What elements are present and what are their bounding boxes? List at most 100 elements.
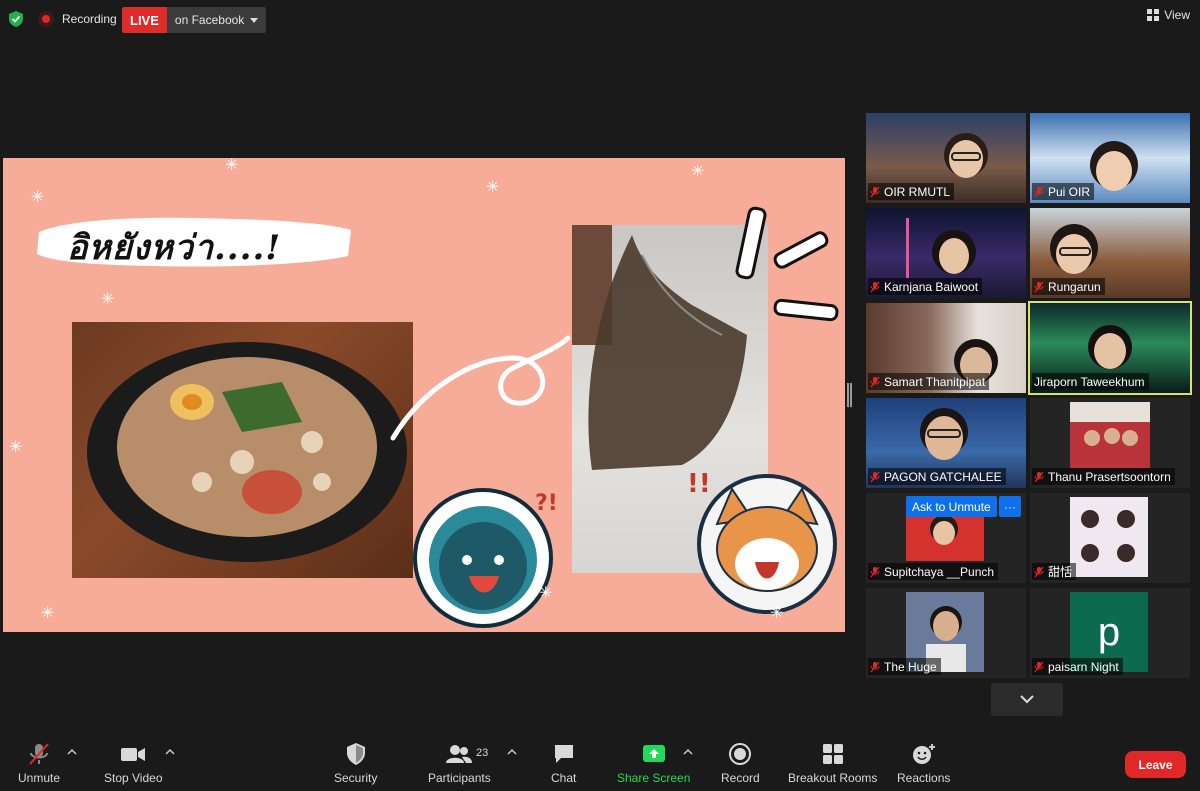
svg-text:?!: ?! [535,491,558,516]
participant-name: Karnjana Baiwoot [884,279,979,294]
participant-tile-active-speaker[interactable]: Jiraporn Taweekhum [1028,301,1192,395]
stop-video-label: Stop Video [104,771,163,785]
mic-muted-icon [29,743,49,765]
participant-name: Jiraporn Taweekhum [1034,374,1145,389]
sparkle-icon: ✳ [9,439,23,456]
chat-button[interactable]: Chat [551,742,576,785]
unmute-label: Unmute [18,771,61,785]
participant-nameplate: Supitchaya __Punch [868,563,999,580]
recording-label: Recording [62,12,117,26]
chevron-up-icon[interactable] [165,748,175,756]
participant-nameplate: The Huge [868,658,941,675]
sparkle-icon: ✳ [31,189,45,206]
participant-name: paisarn Night [1048,659,1119,674]
record-icon [729,743,752,765]
live-destination-label: on Facebook [174,13,245,27]
shiba-character: !! [687,469,837,614]
sparkle-icon: ✳ [539,585,553,602]
unmute-button[interactable]: Unmute [18,742,60,785]
encryption-shield-icon[interactable] [7,10,25,28]
share-screen-icon [642,745,665,762]
participant-tile[interactable]: Thanu Prasertsoontorn [1030,398,1190,488]
participants-icon [446,745,473,763]
mic-muted-icon [870,186,880,197]
participant-name: Rungarun [1048,279,1101,294]
mic-muted-icon [870,281,880,292]
participant-nameplate: OIR RMUTL [868,183,954,200]
breakout-rooms-button[interactable]: Breakout Rooms [788,742,877,785]
panel-resize-handle[interactable] [847,383,852,407]
chevron-up-icon[interactable] [67,748,77,756]
chevron-up-icon[interactable] [683,748,693,756]
participant-tile[interactable]: Karnjana Baiwoot [866,208,1026,298]
leave-button[interactable]: Leave [1125,751,1186,778]
participant-nameplate: Pui OIR [1032,183,1095,200]
participant-tile[interactable]: p paisarn Night [1030,588,1190,678]
mic-muted-icon [1034,661,1044,672]
shared-screen-slide: อิหยังหว่า....! ?! !! ✳ ✳ ✳ ✳ ✳ ✳ ✳ ✳ ✳ [3,158,845,632]
security-button[interactable]: Security [334,742,377,785]
stop-video-button[interactable]: Stop Video [104,742,163,785]
participant-nameplate: Karnjana Baiwoot [868,278,983,295]
security-label: Security [334,771,378,785]
breakout-rooms-label: Breakout Rooms [788,771,878,785]
grid-view-icon [1147,9,1160,21]
more-options-button[interactable]: ··· [999,496,1021,517]
participant-tile[interactable]: Samart Thanitpipat [866,303,1026,393]
participant-nameplate: Jiraporn Taweekhum [1032,373,1149,390]
hotpot-photo [72,322,413,578]
participant-nameplate: paisarn Night [1032,658,1123,675]
participant-name: OIR RMUTL [884,184,950,199]
reactions-label: Reactions [897,771,951,785]
participant-nameplate: 甜恬 [1032,563,1077,580]
astronaut-character: ?! [413,488,558,628]
mic-muted-icon [1034,186,1044,197]
participant-nameplate: Samart Thanitpipat [868,373,990,390]
view-button[interactable]: View [1147,8,1190,22]
record-button[interactable]: Record [721,742,760,785]
record-label: Record [721,771,760,785]
exclamation-doodle [735,206,839,322]
recording-icon[interactable] [38,11,54,27]
chevron-up-icon[interactable] [507,748,517,756]
participant-nameplate: PAGON GATCHALEE [868,468,1006,485]
mic-muted-icon [870,661,880,672]
participant-name: Thanu Prasertsoontorn [1048,469,1171,484]
mic-muted-icon [1034,471,1044,482]
caret-down-icon [250,17,259,23]
participant-tile[interactable]: Pui OIR [1030,113,1190,203]
live-stream-indicator[interactable]: LIVE on Facebook [122,7,267,33]
sparkle-icon: ✳ [691,163,705,180]
chevron-down-icon [1020,695,1034,704]
smiley-add-icon [912,744,935,764]
participant-tile[interactable]: PAGON GATCHALEE [866,398,1026,488]
next-page-button[interactable] [991,683,1063,716]
sparkle-icon: ✳ [101,291,115,308]
svg-text:!!: !! [687,469,711,499]
sparkle-icon: ✳ [770,605,784,622]
meeting-toolbar: Unmute Stop Video Security Participants … [0,734,1200,791]
mic-muted-icon [870,566,880,577]
participant-tile[interactable]: OIR RMUTL [866,113,1026,203]
breakout-rooms-icon [822,744,843,764]
sparkle-icon: ✳ [41,605,55,622]
chat-bubble-icon [554,745,573,763]
participant-name: 甜恬 [1048,565,1073,579]
shield-icon [346,743,365,765]
participant-name: Pui OIR [1048,184,1091,199]
participant-tile[interactable]: The Huge [866,588,1026,678]
live-badge: LIVE [122,7,167,33]
participant-tile[interactable]: Rungarun [1030,208,1190,298]
swirl-doodle [390,335,571,441]
reactions-button[interactable]: Reactions [897,742,950,785]
participant-name: The Huge [884,659,937,674]
participant-name: PAGON GATCHALEE [884,469,1002,484]
live-destination-dropdown[interactable]: on Facebook [166,7,267,33]
video-camera-icon [121,748,146,761]
share-screen-button[interactable]: Share Screen [617,742,690,785]
sparkle-icon: ✳ [486,179,500,196]
participant-tile[interactable]: 甜恬 [1030,493,1190,583]
participants-count: 23 [476,747,489,759]
ask-to-unmute-button[interactable]: Ask to Unmute [906,496,997,517]
participant-name: Supitchaya __Punch [884,564,995,579]
